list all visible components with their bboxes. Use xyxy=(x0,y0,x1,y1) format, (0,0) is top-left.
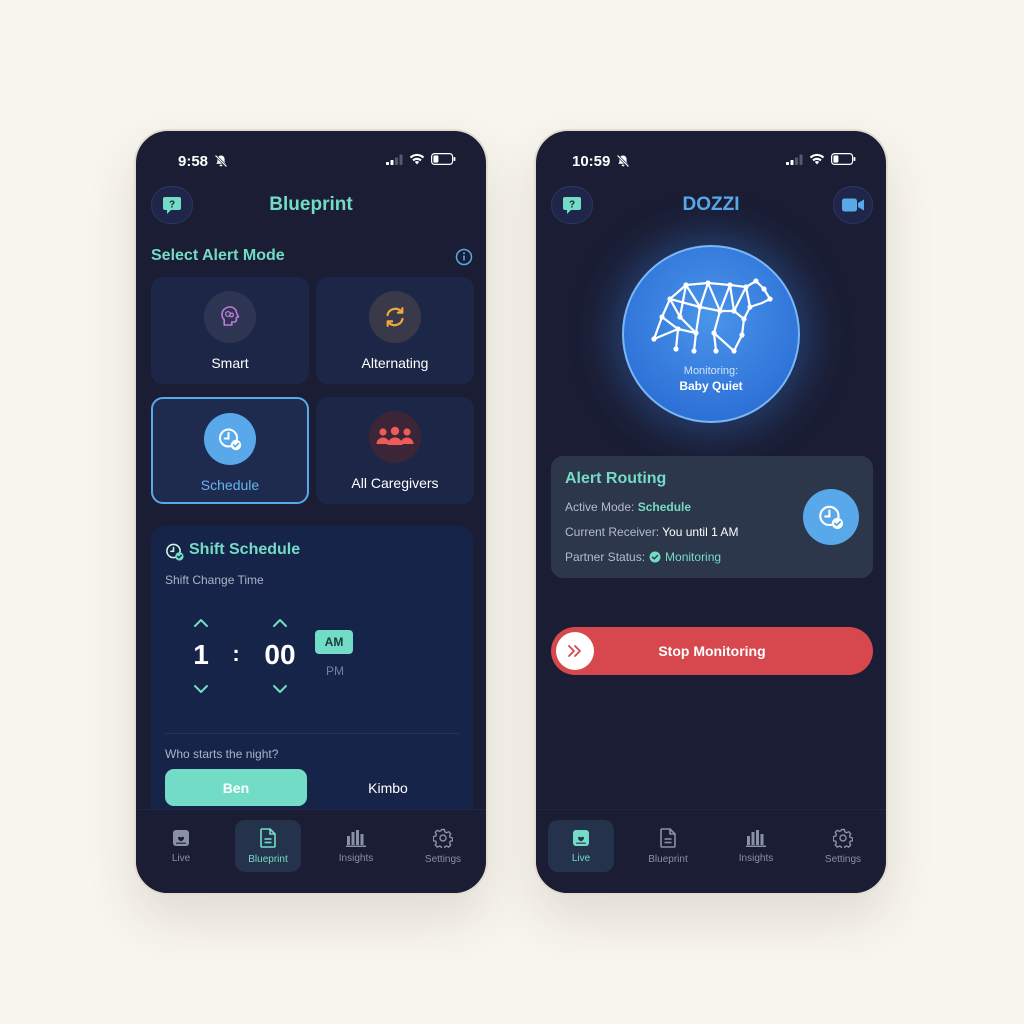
hour-value[interactable]: 1 xyxy=(181,639,221,671)
group-icon xyxy=(369,411,421,463)
monitoring-label: Monitoring: xyxy=(683,365,739,377)
partner-status-row: Partner Status: Monitoring xyxy=(565,550,721,564)
status-time: 10:59 xyxy=(572,153,611,170)
bar-chart-icon xyxy=(346,829,366,847)
tab-label: Blueprint xyxy=(248,853,288,865)
shift-change-label: Shift Change Time xyxy=(165,573,264,587)
mode-card-all-caregivers[interactable]: All Caregivers xyxy=(316,397,474,504)
shift-schedule-title: Shift Schedule xyxy=(189,541,301,558)
time-separator: : xyxy=(232,641,240,666)
tab-label: Settings xyxy=(424,853,462,865)
starter-option-kimbo[interactable]: Kimbo xyxy=(317,769,459,806)
clock-check-icon xyxy=(166,543,184,561)
mode-card-alternating[interactable]: Alternating xyxy=(316,277,474,384)
mode-card-smart[interactable]: Smart xyxy=(151,277,309,384)
current-receiver-row: Current Receiver: You until 1 AM xyxy=(565,525,738,539)
tab-label: Insights xyxy=(738,852,774,864)
info-icon[interactable] xyxy=(455,248,473,266)
pm-toggle[interactable]: PM xyxy=(326,664,344,678)
tab-bar: Live Blueprint Insights Settings xyxy=(136,809,486,893)
tab-label: Blueprint xyxy=(648,853,688,865)
mode-label: Alternating xyxy=(361,355,429,371)
gear-icon xyxy=(433,828,453,848)
minute-value[interactable]: 00 xyxy=(250,639,310,671)
active-mode-value: Schedule xyxy=(637,500,692,514)
bear-constellation-icon xyxy=(651,278,773,354)
status-time: 9:58 xyxy=(178,153,209,170)
double-chevron-right-icon xyxy=(568,645,581,657)
alert-routing-card: Alert Routing Active Mode: Schedule Curr… xyxy=(551,456,873,578)
battery-icon xyxy=(431,153,456,165)
tab-live[interactable]: Live xyxy=(148,820,214,872)
tab-bar: Live Blueprint Insights Settings xyxy=(536,809,886,893)
tab-settings[interactable]: Settings xyxy=(410,820,476,872)
gear-icon xyxy=(833,828,853,848)
tab-settings[interactable]: Settings xyxy=(810,820,876,872)
hour-down-chevron-icon[interactable] xyxy=(193,684,209,694)
clock-check-icon xyxy=(204,413,256,465)
shift-schedule-panel: Shift Schedule Shift Change Time 1 : 00 … xyxy=(151,526,473,826)
mode-label: All Caregivers xyxy=(351,475,439,491)
tab-label: Settings xyxy=(824,853,862,865)
tab-insights[interactable]: Insights xyxy=(323,820,389,872)
mode-label: Smart xyxy=(211,355,249,371)
minute-down-chevron-icon[interactable] xyxy=(272,684,288,694)
bell-slash-icon xyxy=(214,154,228,168)
tab-blueprint[interactable]: Blueprint xyxy=(635,820,701,872)
bell-slash-icon xyxy=(616,154,630,168)
mode-label: Schedule xyxy=(200,477,260,493)
tab-live[interactable]: Live xyxy=(548,820,614,872)
active-mode-row: Active Mode: Schedule xyxy=(565,500,691,514)
battery-icon xyxy=(831,153,856,165)
brain-icon xyxy=(204,291,256,343)
alert-routing-title: Alert Routing xyxy=(565,470,667,487)
cellular-signal-icon xyxy=(386,154,403,165)
partner-status-label: Partner Status: xyxy=(565,550,646,564)
stop-monitoring-label: Stop Monitoring xyxy=(658,643,766,659)
hour-up-chevron-icon[interactable] xyxy=(193,618,209,628)
tab-label: Live xyxy=(171,852,191,864)
am-toggle[interactable]: AM xyxy=(315,630,353,654)
status-indicators xyxy=(786,153,856,165)
check-circle-icon xyxy=(649,551,661,563)
slider-handle[interactable] xyxy=(556,632,594,670)
document-icon xyxy=(260,827,276,848)
sync-icon xyxy=(369,291,421,343)
starter-option-ben[interactable]: Ben xyxy=(165,769,307,806)
monitor-heart-icon xyxy=(573,829,589,846)
minute-up-chevron-icon[interactable] xyxy=(272,618,288,628)
clock-check-icon xyxy=(803,489,859,545)
tab-insights[interactable]: Insights xyxy=(723,820,789,872)
divider xyxy=(165,733,459,734)
who-starts-label: Who starts the night? xyxy=(165,747,279,761)
monitoring-value: Baby Quiet xyxy=(679,379,743,393)
monitoring-status-orb[interactable]: Monitoring: Baby Quiet xyxy=(622,245,800,423)
tab-label: Live xyxy=(571,852,591,864)
video-button[interactable] xyxy=(833,186,873,224)
active-mode-label: Active Mode: xyxy=(565,500,635,514)
blueprint-screen: 9:58 ? Blueprint Select Alert Mode Smart… xyxy=(134,129,488,895)
video-camera-icon xyxy=(842,198,864,212)
stop-monitoring-slider[interactable]: Stop Monitoring xyxy=(551,627,873,675)
wifi-icon xyxy=(409,153,425,165)
monitor-heart-icon xyxy=(173,829,189,846)
tab-label: Insights xyxy=(338,852,374,864)
current-receiver-label: Current Receiver: xyxy=(565,525,660,539)
bar-chart-icon xyxy=(746,829,766,847)
document-icon xyxy=(660,827,676,848)
partner-status-value: Monitoring xyxy=(665,550,722,564)
wifi-icon xyxy=(809,153,825,165)
mode-card-schedule[interactable]: Schedule xyxy=(151,397,309,504)
page-title: Blueprint xyxy=(269,194,353,215)
current-receiver-value: You until 1 AM xyxy=(662,525,739,539)
alert-mode-heading: Select Alert Mode xyxy=(151,247,285,264)
cellular-signal-icon xyxy=(786,154,803,165)
live-screen: 10:59 ? DOZZI Monitoring: Baby Quiet Ale… xyxy=(534,129,888,895)
tab-blueprint[interactable]: Blueprint xyxy=(235,820,301,872)
status-indicators xyxy=(386,153,456,165)
